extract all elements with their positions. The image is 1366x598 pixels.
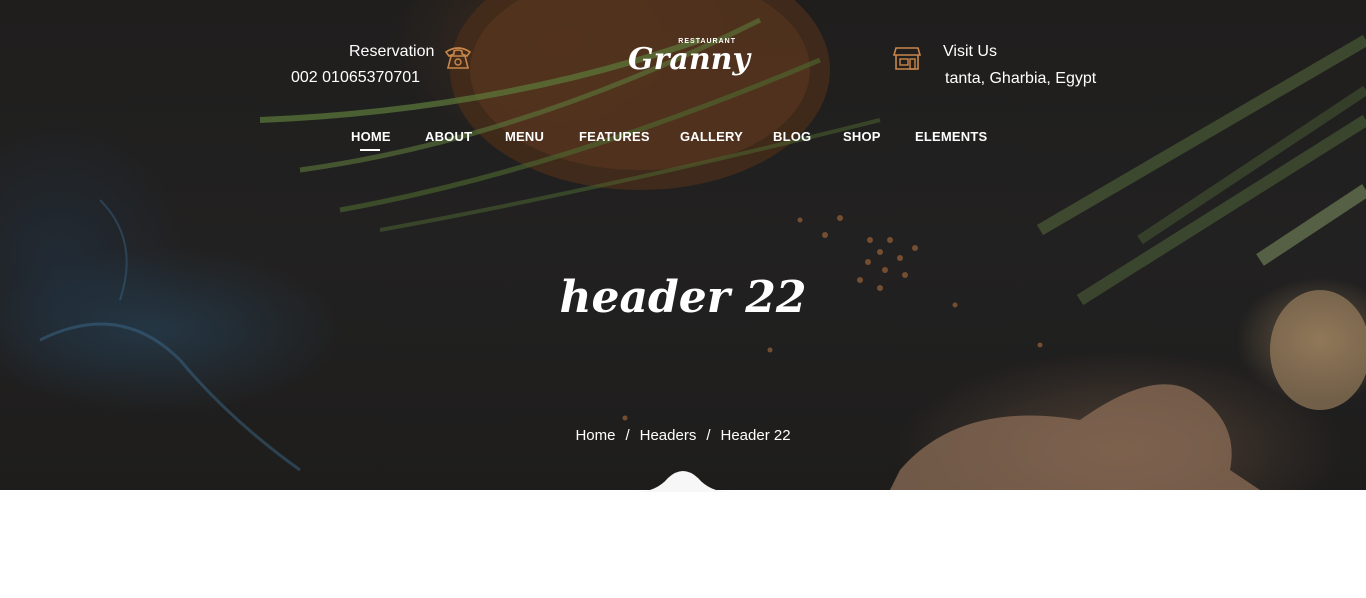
breadcrumb: Home / Headers / Header 22 [0, 427, 1366, 444]
page-title: header 22 [559, 272, 807, 323]
nav-active-underline [360, 149, 380, 151]
nav-item-home[interactable]: HOME [351, 129, 391, 144]
phone-icon [443, 43, 473, 71]
visit-address[interactable]: tanta, Gharbia, Egypt [945, 70, 1096, 88]
breadcrumb-item-headers[interactable]: Headers [640, 427, 697, 444]
nav-item-blog[interactable]: BLOG [773, 129, 811, 144]
nav-item-features[interactable]: FEATURES [579, 129, 650, 144]
visit-label: Visit Us [943, 43, 997, 60]
hero-bottom-curve [636, 471, 730, 492]
logo[interactable]: RESTAURANT Granny [628, 38, 750, 82]
nav-item-about[interactable]: ABOUT [425, 129, 472, 144]
logo-name: Granny [628, 42, 750, 77]
nav-item-shop[interactable]: SHOP [843, 129, 881, 144]
store-icon [892, 45, 922, 71]
breadcrumb-item-home[interactable]: Home [575, 427, 615, 444]
reservation-label: Reservation [349, 43, 435, 60]
reservation-phone[interactable]: 002 01065370701 [291, 69, 420, 87]
nav-item-elements[interactable]: ELEMENTS [915, 129, 987, 144]
breadcrumb-separator: / [706, 427, 711, 444]
breadcrumb-item-current: Header 22 [720, 427, 791, 444]
nav-item-menu[interactable]: MENU [505, 129, 544, 144]
main-nav: HOME ABOUT MENU FEATURES GALLERY BLOG SH… [0, 129, 1366, 151]
nav-item-gallery[interactable]: GALLERY [680, 129, 743, 144]
breadcrumb-separator: / [625, 427, 630, 444]
